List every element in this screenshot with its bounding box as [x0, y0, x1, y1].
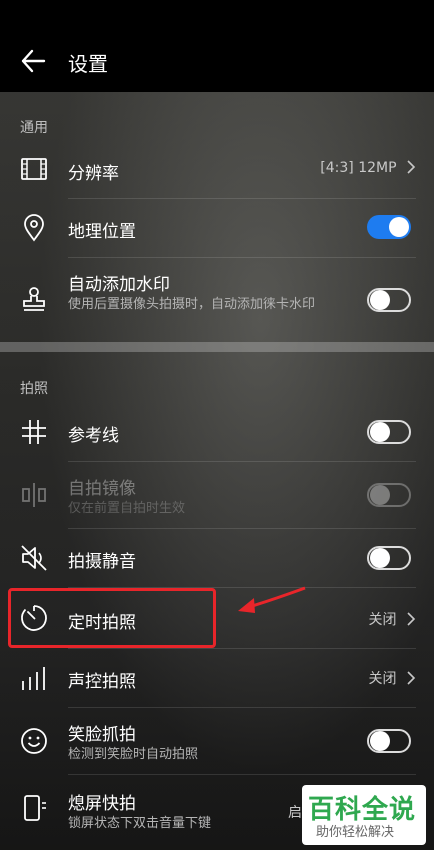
highlight-box-annotation: [8, 588, 216, 648]
selfie-mirror-toggle[interactable]: [367, 483, 411, 507]
mute-shutter-label: 拍摄静音: [68, 552, 136, 572]
section-header-shooting: 拍照: [20, 381, 48, 397]
logo-sub-text: 助你轻松解决: [316, 825, 395, 840]
setting-location[interactable]: 地理位置: [0, 199, 434, 257]
toggle-knob: [370, 290, 390, 310]
film-frame-icon: [21, 158, 47, 180]
ultra-snapshot-value-partial: 启: [288, 805, 302, 821]
grid-toggle[interactable]: [367, 420, 411, 444]
smile-capture-label: 笑脸抓拍: [68, 725, 136, 745]
selfie-mirror-description: 仅在前置自拍时生效: [68, 501, 186, 516]
grid-label: 参考线: [68, 426, 119, 446]
selfie-mirror-label: 自拍镜像: [68, 479, 136, 499]
mirror-icon: [22, 483, 46, 507]
resolution-label: 分辨率: [68, 164, 119, 184]
section-divider: [0, 342, 434, 352]
setting-voice-capture[interactable]: 声控拍照 关闭: [0, 649, 434, 707]
toggle-knob: [370, 548, 390, 568]
setting-mute-shutter[interactable]: 拍摄静音: [0, 529, 434, 587]
smile-capture-toggle[interactable]: [367, 729, 411, 753]
section-header-general: 通用: [20, 120, 48, 136]
sound-bars-icon: [22, 667, 45, 690]
voice-capture-label: 声控拍照: [68, 672, 136, 692]
stamp-icon: [23, 287, 45, 311]
timer-value: 关闭: [369, 609, 416, 629]
smiley-face-icon: [21, 728, 47, 754]
auto-watermark-label: 自动添加水印: [68, 275, 170, 295]
chevron-right-icon: [407, 160, 416, 174]
speaker-muted-icon: [21, 545, 47, 571]
red-arrow-annotation: [238, 586, 306, 613]
smile-capture-description: 检测到笑脸时自动拍照: [68, 747, 199, 762]
auto-watermark-toggle[interactable]: [367, 288, 411, 312]
resolution-value: [4:3] 12MP: [320, 160, 416, 176]
toggle-knob: [389, 217, 409, 237]
mute-shutter-toggle[interactable]: [367, 546, 411, 570]
setting-selfie-mirror[interactable]: 自拍镜像 仅在前置自拍时生效: [0, 462, 434, 528]
setting-resolution[interactable]: 分辨率 [4:3] 12MP: [0, 140, 434, 198]
toggle-knob: [370, 485, 390, 505]
grid-icon: [22, 420, 46, 444]
location-label: 地理位置: [68, 222, 136, 242]
page-title: 设置: [68, 52, 108, 76]
back-arrow-icon[interactable]: [20, 48, 46, 74]
setting-grid[interactable]: 参考线: [0, 403, 434, 461]
title-bar: 设置: [0, 0, 434, 92]
setting-auto-watermark[interactable]: 自动添加水印 使用后置摄像头拍摄时，自动添加徕卡水印: [0, 258, 434, 342]
chevron-right-icon: [407, 671, 416, 685]
chevron-right-icon: [407, 612, 416, 626]
toggle-knob: [370, 422, 390, 442]
site-logo-watermark: 百科全说 助你轻松解决: [302, 785, 426, 845]
auto-watermark-description: 使用后置摄像头拍摄时，自动添加徕卡水印: [68, 297, 316, 312]
phone-snapshot-icon: [24, 795, 46, 821]
ultra-snapshot-label: 熄屏快拍: [68, 794, 136, 814]
toggle-knob: [370, 731, 390, 751]
setting-smile-capture[interactable]: 笑脸抓拍 检测到笑脸时自动拍照: [0, 708, 434, 774]
location-toggle[interactable]: [367, 215, 411, 239]
location-pin-icon: [24, 214, 44, 242]
voice-capture-value: 关闭: [369, 668, 416, 688]
